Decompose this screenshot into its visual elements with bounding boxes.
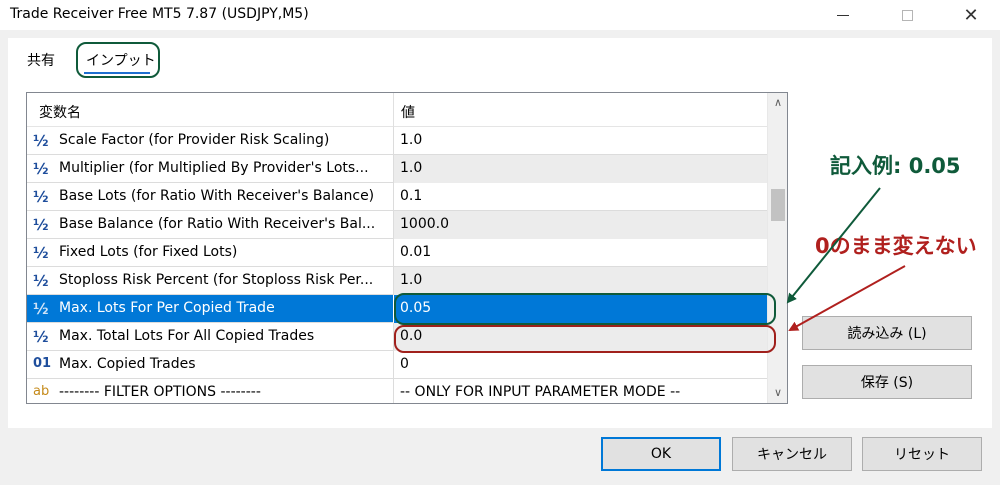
keep-zero-arrow	[788, 265, 906, 331]
annotation-arrows	[786, 187, 906, 331]
example-arrow	[786, 187, 881, 304]
